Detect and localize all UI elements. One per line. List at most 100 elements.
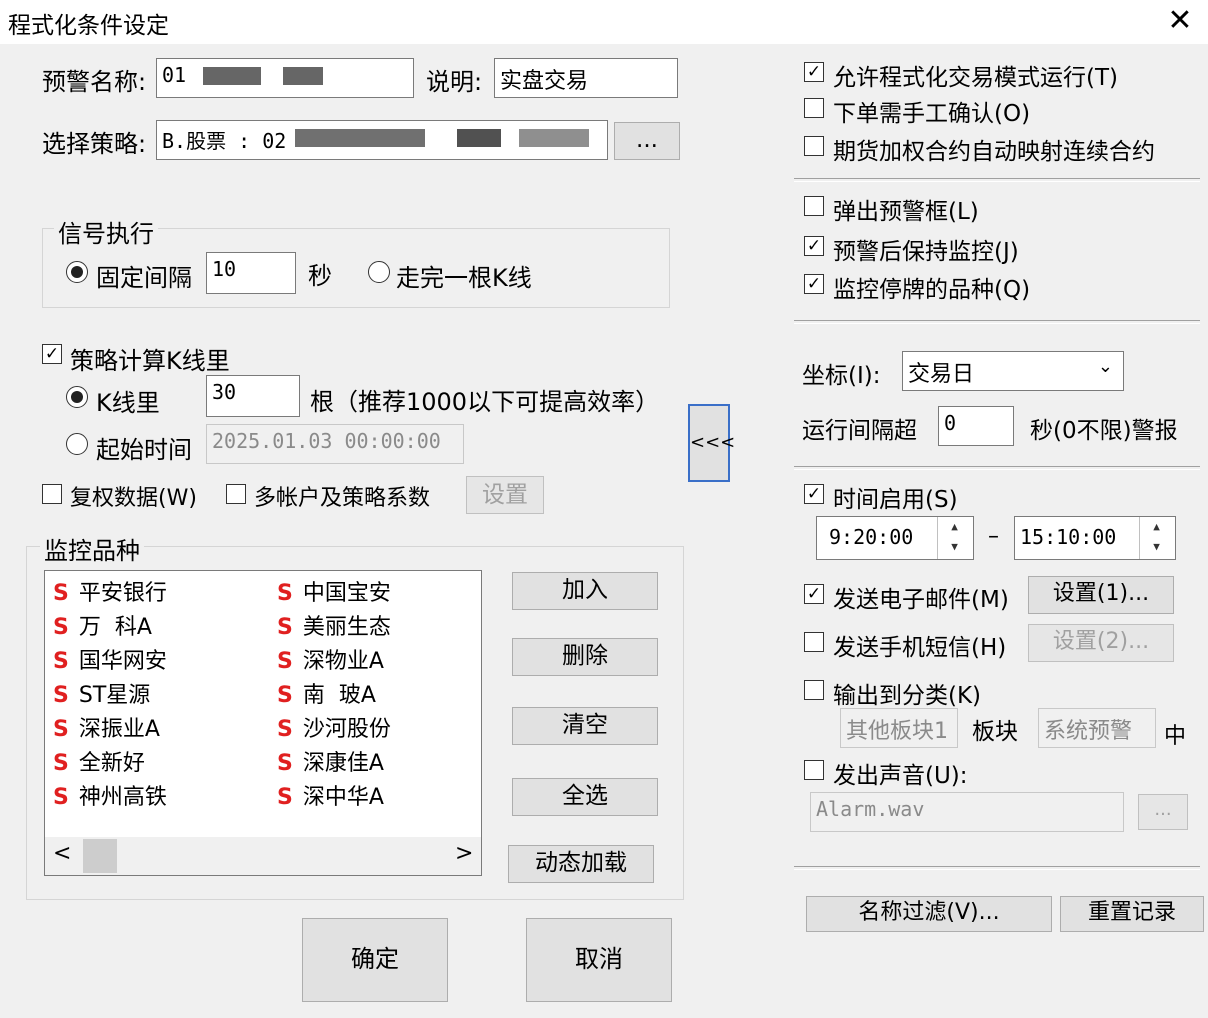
description-label: 说明:: [426, 68, 483, 96]
redacted-block: [203, 67, 261, 85]
alert-name-input[interactable]: 01: [156, 58, 414, 98]
clear-button[interactable]: 清空: [512, 707, 658, 745]
futures-map-checkbox[interactable]: [804, 136, 824, 156]
run-interval-label: 运行间隔超: [802, 418, 917, 444]
add-button[interactable]: 加入: [512, 572, 658, 610]
redacted-block: [457, 129, 501, 147]
email-settings-button[interactable]: 设置(1)...: [1028, 576, 1174, 614]
adjusted-data-checkbox[interactable]: [42, 484, 62, 504]
separator: [794, 466, 1200, 470]
list-item[interactable]: S 神州高铁: [53, 779, 167, 811]
strategy-kline-checkbox[interactable]: ✓: [42, 344, 62, 364]
axis-select[interactable]: 交易日 ⌄: [902, 351, 1124, 391]
sound-file-input[interactable]: Alarm.wav: [810, 792, 1124, 832]
list-item[interactable]: S 万 科A: [53, 609, 152, 641]
time-end-spinner[interactable]: ▲ ▼: [1139, 517, 1173, 559]
select-all-button[interactable]: 全选: [512, 778, 658, 816]
spin-up-icon[interactable]: ▲: [938, 517, 971, 537]
list-item[interactable]: S 深物业A: [277, 643, 384, 675]
multi-account-settings-button[interactable]: 设置: [466, 476, 544, 514]
spin-up-icon[interactable]: ▲: [1140, 517, 1173, 537]
spin-down-icon[interactable]: ▼: [1140, 537, 1173, 557]
category-alert-input[interactable]: 系统预警: [1038, 708, 1156, 748]
time-start-spinner[interactable]: ▲ ▼: [937, 517, 971, 559]
stock-marker: S: [277, 615, 293, 640]
run-interval-suffix: 秒(0不限)警报: [1030, 418, 1178, 444]
kline-count-radio[interactable]: [66, 386, 88, 408]
list-item[interactable]: S 深中华A: [277, 779, 384, 811]
scroll-thumb[interactable]: [83, 839, 117, 873]
list-item[interactable]: S 南 玻A: [277, 677, 376, 709]
stock-name: 深康佳A: [302, 751, 384, 776]
sound-browse-button[interactable]: ...: [1138, 794, 1188, 830]
output-category-checkbox[interactable]: [804, 680, 824, 700]
delete-button[interactable]: 删除: [512, 638, 658, 676]
separator: [794, 866, 1200, 870]
list-item[interactable]: S 深康佳A: [277, 745, 384, 777]
strategy-browse-button[interactable]: ...: [614, 122, 680, 160]
time-end-input[interactable]: 15:10:00 ▲ ▼: [1014, 516, 1176, 560]
middle-label: 中: [1164, 724, 1187, 749]
signal-group-label: 信号执行: [54, 214, 158, 249]
time-end-value: 15:10:00: [1020, 525, 1117, 549]
list-item[interactable]: S 全新好: [53, 745, 145, 777]
send-email-checkbox[interactable]: ✓: [804, 584, 824, 604]
send-sms-checkbox[interactable]: [804, 632, 824, 652]
list-item[interactable]: S ST星源: [53, 677, 150, 709]
scroll-left-icon[interactable]: <: [53, 841, 71, 866]
redacted-block: [283, 67, 323, 85]
interval-input[interactable]: 10: [206, 252, 296, 294]
dynamic-load-button[interactable]: 动态加载: [508, 845, 654, 883]
strategy-select[interactable]: B.股票 : 02: [156, 120, 608, 160]
kline-count-input[interactable]: 30: [206, 375, 300, 417]
strategy-kline-label: 策略计算K线里: [70, 347, 230, 375]
run-interval-input[interactable]: 0: [938, 406, 1014, 446]
close-icon[interactable]: ✕: [1163, 2, 1197, 40]
list-item[interactable]: S 沙河股份: [277, 711, 391, 743]
spin-down-icon[interactable]: ▼: [938, 537, 971, 557]
keep-monitor-checkbox[interactable]: ✓: [804, 236, 824, 256]
time-enable-checkbox[interactable]: ✓: [804, 484, 824, 504]
list-item[interactable]: S 美丽生态: [277, 609, 391, 641]
kline-complete-label: 走完一根K线: [396, 264, 532, 292]
stock-marker: S: [53, 615, 69, 640]
fixed-interval-radio[interactable]: [66, 261, 88, 283]
stock-marker: S: [277, 751, 293, 776]
allow-auto-trade-checkbox[interactable]: ✓: [804, 62, 824, 82]
monitor-suspended-checkbox[interactable]: ✓: [804, 274, 824, 294]
description-input[interactable]: 实盘交易: [494, 58, 678, 98]
manual-confirm-checkbox[interactable]: [804, 98, 824, 118]
adjusted-data-label: 复权数据(W): [70, 486, 197, 511]
start-time-radio[interactable]: [66, 433, 88, 455]
name-filter-button[interactable]: 名称过滤(V)...: [806, 896, 1052, 932]
list-item[interactable]: S 中国宝安: [277, 575, 391, 607]
stock-name: 深振业A: [78, 717, 160, 742]
stock-marker: S: [53, 751, 69, 776]
list-item[interactable]: S 国华网安: [53, 643, 167, 675]
horizontal-scrollbar[interactable]: < >: [45, 837, 481, 875]
cancel-button[interactable]: 取消: [526, 918, 672, 1002]
strategy-value: B.股票 : 02: [162, 129, 287, 153]
stock-list[interactable]: S 平安银行 S 万 科A S 国华网安 S ST星源 S 深振业A S 全新好 S 神州高铁 S 中国宝安…: [44, 570, 482, 876]
multi-account-checkbox[interactable]: [226, 484, 246, 504]
list-item[interactable]: S 平安银行: [53, 575, 167, 607]
reset-record-button[interactable]: 重置记录: [1060, 896, 1204, 932]
separator: [794, 320, 1200, 324]
stock-name: 万 科A: [78, 615, 152, 640]
popup-alert-checkbox[interactable]: [804, 196, 824, 216]
stock-marker: S: [53, 785, 69, 810]
time-start-input[interactable]: 9:20:00 ▲ ▼: [816, 516, 974, 560]
output-category-label: 输出到分类(K): [833, 683, 982, 709]
ok-button[interactable]: 确定: [302, 918, 448, 1002]
stock-marker: S: [277, 649, 293, 674]
category-block-input[interactable]: 其他板块1: [840, 708, 958, 748]
sms-settings-button[interactable]: 设置(2)...: [1028, 624, 1174, 662]
list-item[interactable]: S 深振业A: [53, 711, 160, 743]
scroll-right-icon[interactable]: >: [455, 841, 473, 866]
stock-name: 沙河股份: [302, 717, 391, 742]
sound-checkbox[interactable]: [804, 760, 824, 780]
stock-name: 平安银行: [78, 581, 167, 606]
start-time-input[interactable]: 2025.01.03 00:00:00: [206, 424, 464, 464]
kline-complete-radio[interactable]: [368, 261, 390, 283]
collapse-button[interactable]: <<<: [688, 404, 735, 482]
